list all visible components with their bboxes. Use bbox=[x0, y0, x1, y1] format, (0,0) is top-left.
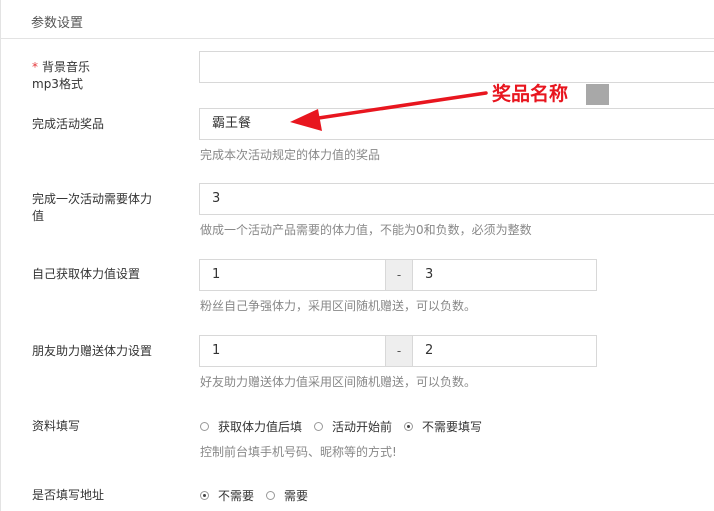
annotation-highlight bbox=[586, 84, 609, 105]
annotation-arrow-icon bbox=[290, 91, 488, 131]
annotation-label: 奖品名称 bbox=[492, 83, 569, 105]
